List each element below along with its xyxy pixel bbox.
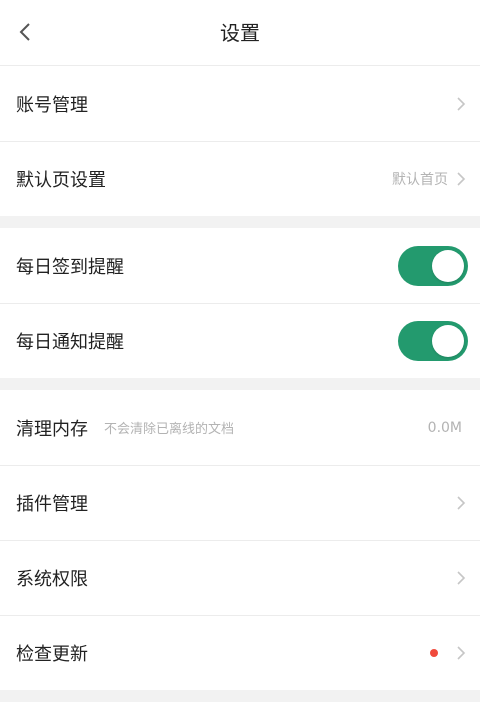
page-title: 设置 (220, 21, 260, 45)
check-update-label: 检查更新 (16, 643, 88, 665)
section-gap (0, 690, 480, 702)
daily-checkin-reminder-row: 每日签到提醒 (0, 228, 480, 303)
clear-memory-label: 清理内存 (16, 418, 88, 440)
settings-group-account: 账号管理 默认页设置 默认首页 (0, 66, 480, 216)
daily-checkin-reminder-toggle[interactable] (398, 245, 468, 286)
chevron-right-icon (457, 645, 466, 660)
system-permissions-row[interactable]: 系统权限 (0, 540, 480, 615)
daily-notification-reminder-label: 每日通知提醒 (16, 331, 124, 353)
chevron-right-icon (457, 96, 466, 111)
daily-notification-reminder-toggle[interactable] (398, 320, 468, 361)
clear-memory-size: 0.0M (427, 419, 462, 436)
toggle-knob (432, 324, 464, 357)
settings-group-reminders: 每日签到提醒 每日通知提醒 (0, 228, 480, 378)
account-management-label: 账号管理 (16, 94, 88, 116)
system-permissions-label: 系统权限 (16, 568, 88, 590)
daily-checkin-reminder-label: 每日签到提醒 (16, 256, 124, 278)
chevron-right-icon (457, 570, 466, 585)
update-badge-dot (430, 648, 438, 657)
top-bar: 设置 (0, 0, 480, 66)
section-gap (0, 216, 480, 228)
plugin-management-label: 插件管理 (16, 493, 88, 515)
chevron-right-icon (457, 171, 466, 186)
clear-memory-hint: 不会清除已离线的文档 (104, 422, 235, 437)
settings-group-system: 清理内存 不会清除已离线的文档 0.0M 插件管理 系统权限 检查更新 (0, 390, 480, 690)
section-gap (0, 378, 480, 390)
chevron-right-icon (457, 495, 466, 510)
default-page-row[interactable]: 默认页设置 默认首页 (0, 141, 480, 216)
clear-memory-row[interactable]: 清理内存 不会清除已离线的文档 0.0M (0, 390, 480, 465)
toggle-knob (432, 249, 464, 282)
plugin-management-row[interactable]: 插件管理 (0, 465, 480, 540)
check-update-row[interactable]: 检查更新 (0, 615, 480, 690)
account-management-row[interactable]: 账号管理 (0, 66, 480, 141)
daily-notification-reminder-row: 每日通知提醒 (0, 303, 480, 378)
default-page-value: 默认首页 (392, 171, 448, 188)
default-page-label: 默认页设置 (16, 169, 106, 191)
